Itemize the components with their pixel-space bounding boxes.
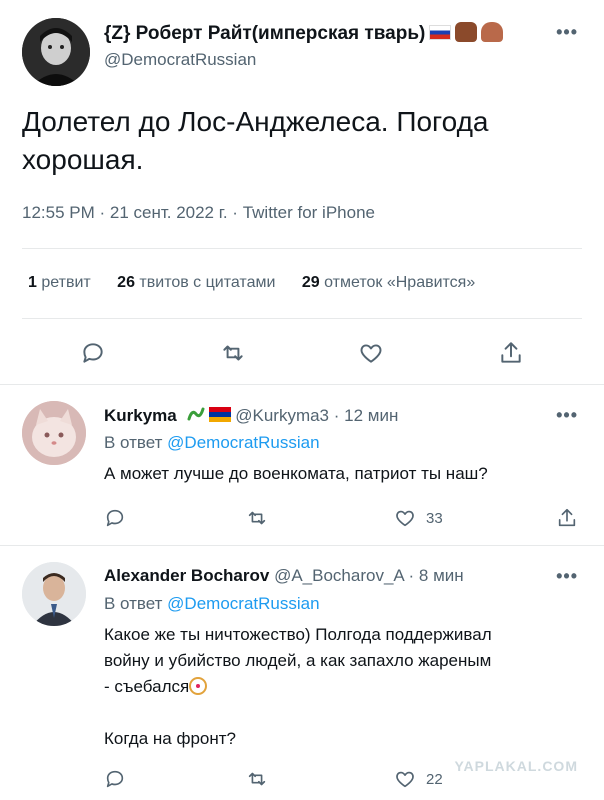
like-count: 22 [426,770,443,788]
more-icon[interactable]: ••• [556,22,578,43]
quotes-stat[interactable]: 26 твитов с цитатами [117,274,275,291]
tweet-text: Долетел до Лос-Анджелеса. Погода хорошая… [22,103,582,179]
retweet-icon [248,511,266,525]
reply-author[interactable]: Kurkyma @Kurkyma3 · 12 мин [104,405,398,426]
more-icon[interactable]: ••• [556,405,578,426]
author-handle[interactable]: @DemocratRussian [104,50,256,70]
reply-to: В ответ @DemocratRussian [104,594,320,613]
tweet-meta[interactable]: 12:55 PM · 21 сент. 2022 г. · Twitter fo… [22,203,375,223]
avatar-cat [22,401,86,465]
reply-handle[interactable]: @A_Bocharov_A · 8 мин [274,566,464,585]
reply-icon [106,770,124,788]
retweet-button[interactable] [246,507,268,529]
like-button[interactable]: 33 [394,507,443,529]
reply-text: А может лучше до военкомата, патриот ты … [104,461,584,487]
reply-text: Какое же ты ничтожество) Полгода поддерж… [104,622,584,752]
reply-button[interactable] [104,768,126,790]
clown-emoji-icon [189,677,208,695]
reply-text-line: войну и убийство людей, а как запахло жа… [104,651,492,670]
share-icon [558,508,576,527]
like-button[interactable] [356,338,386,368]
avatar[interactable] [22,562,86,626]
share-button[interactable] [496,338,526,368]
avatar[interactable] [22,401,86,465]
likes-stat[interactable]: 29 отметок «Нравится» [302,274,475,291]
divider [22,248,582,249]
main-tweet: {Z} Роберт Райт(имперская тварь) @Democr… [0,0,604,384]
like-icon [396,771,414,788]
author-name[interactable]: {Z} Роберт Райт(имперская тварь) [104,22,504,45]
boar-icon [455,22,478,42]
share-button[interactable] [556,507,578,529]
reply-tweet[interactable]: Kurkyma @Kurkyma3 · 12 мин ••• В ответ @… [0,385,604,545]
retweet-icon [223,345,243,361]
like-icon [360,344,382,363]
reply-icon [83,343,103,363]
reply-text-line: А может лучше до военкомата, патриот ты … [104,464,488,483]
retweet-button[interactable] [246,768,268,790]
like-count: 33 [426,509,443,527]
avatar[interactable] [22,18,90,86]
avatar-portrait [22,18,90,86]
tweet-text-line: Долетел до Лос-Анджелеса. Погода [22,106,489,137]
tweet-text-line: хорошая. [22,144,144,175]
snake-icon [187,407,204,421]
more-icon[interactable]: ••• [556,566,578,587]
reply-icon [106,509,124,527]
reply-text-line: Когда на фронт? [104,729,236,748]
pig-icon [481,22,504,42]
reply-button[interactable] [104,507,126,529]
tweet-stats: 1 ретвит 26 твитов с цитатами 29 отметок… [28,274,497,292]
reply-handle[interactable]: @Kurkyma3 · 12 мин [235,406,398,425]
watermark: YAPLAKAL.COM [454,758,578,774]
reply-text-line: Какое же ты ничтожество) Полгода поддерж… [104,625,492,644]
reply-author[interactable]: Alexander Bocharov @A_Bocharov_A · 8 мин [104,566,464,586]
retweet-icon [248,772,266,786]
avatar-photo [22,562,86,626]
armenia-flag-icon [208,407,231,422]
like-icon [396,510,414,527]
reply-to: В ответ @DemocratRussian [104,433,320,452]
mention-link[interactable]: @DemocratRussian [167,433,319,452]
russia-flag-icon [429,25,452,40]
mention-link[interactable]: @DemocratRussian [167,594,319,613]
retweet-button[interactable] [218,338,248,368]
share-icon [501,342,521,363]
divider [22,318,582,319]
like-button[interactable]: 22 [394,768,443,790]
reply-text-line: - съебался [104,674,584,700]
reply-button[interactable] [78,338,108,368]
retweets-stat[interactable]: 1 ретвит [28,274,91,291]
